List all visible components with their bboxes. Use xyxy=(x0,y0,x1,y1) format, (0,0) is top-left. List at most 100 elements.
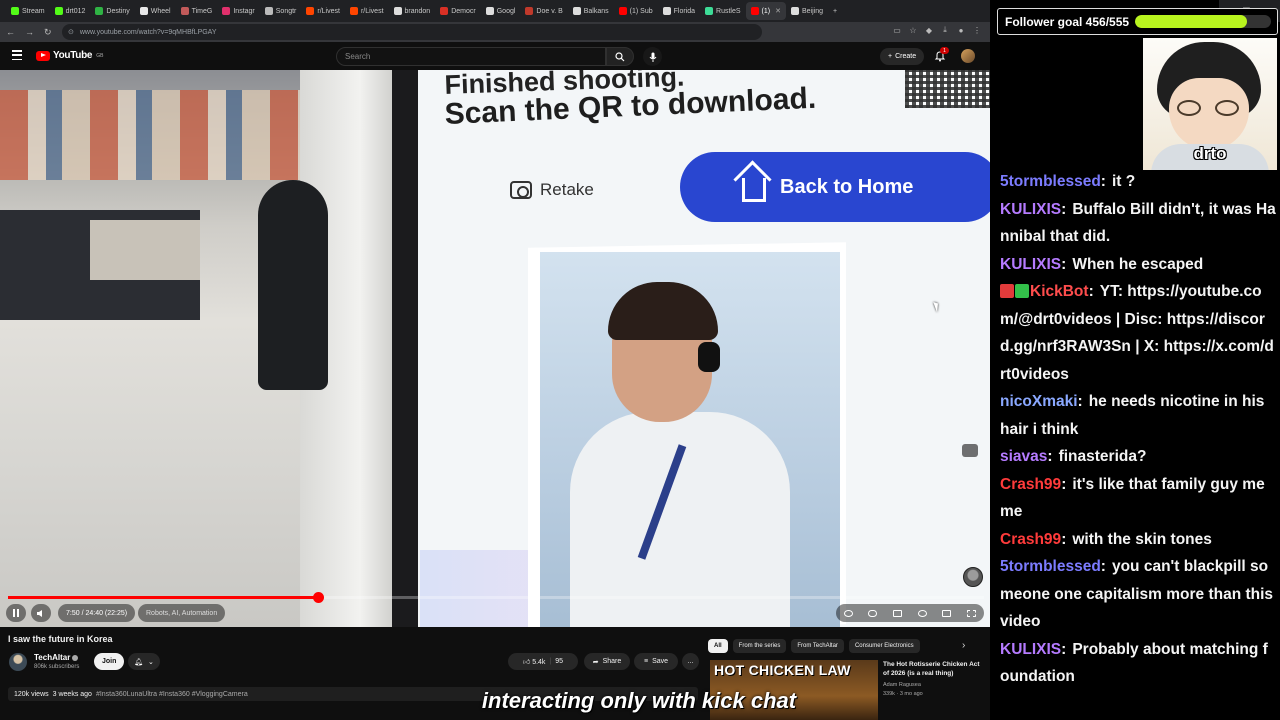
more-actions-button[interactable]: ... xyxy=(682,653,699,670)
site-info-icon[interactable]: ⊙ xyxy=(68,28,74,36)
voice-search-button[interactable] xyxy=(643,47,662,66)
sponsor-icon[interactable] xyxy=(843,609,853,617)
tab-close-icon[interactable]: ✕ xyxy=(775,7,781,15)
browser-tab[interactable]: Songtr xyxy=(260,2,302,20)
chat-message: KULIXIS: When he escaped xyxy=(1000,251,1276,279)
new-tab-icon[interactable]: + xyxy=(828,2,842,20)
webcam-name: drto xyxy=(1193,144,1227,163)
seek-bar-played xyxy=(8,596,318,599)
filter-chip[interactable]: From TechAltar xyxy=(791,639,844,653)
tab-label: Balkans xyxy=(583,7,609,15)
tab-favicon-icon xyxy=(790,7,799,15)
cast-icon[interactable]: ▭ xyxy=(892,25,902,35)
browser-tab[interactable]: Balkans xyxy=(568,2,614,20)
chat-username-text: Crash99 xyxy=(1000,530,1062,548)
video-title: I saw the future in Korea xyxy=(8,634,113,644)
like-button[interactable]: 👍︎ 5.4k xyxy=(523,657,546,666)
chapter-title[interactable]: Robots, AI, Automation xyxy=(138,604,226,622)
browser-tab[interactable]: TimeG xyxy=(176,2,218,20)
chat-username[interactable]: nicoXmaki: xyxy=(1000,393,1083,410)
chat-username[interactable]: KickBot: xyxy=(1030,283,1094,300)
browser-tab[interactable]: (1) ✕ xyxy=(745,2,786,20)
save-button[interactable]: ≡ Save xyxy=(634,653,678,670)
filter-chip[interactable]: Consumer Electronics xyxy=(848,639,920,653)
chat-username[interactable]: Crash99: xyxy=(1000,531,1066,548)
miniplayer-icon[interactable] xyxy=(962,444,978,457)
recommended-title[interactable]: The Hot Rotisserie Chicken Act of 2026 (… xyxy=(883,660,983,678)
reload-icon[interactable]: ↻ xyxy=(44,27,52,38)
join-button[interactable]: Join xyxy=(94,653,125,670)
browser-tab[interactable]: Destiny xyxy=(90,2,134,20)
browser-tab[interactable]: r/Livest xyxy=(301,2,345,20)
kiosk-bezel xyxy=(392,70,420,627)
channel-watermark[interactable] xyxy=(963,567,983,587)
chat-username-text: siavas xyxy=(1000,448,1048,465)
search-button[interactable] xyxy=(606,47,634,66)
chat-username[interactable]: Crash99: xyxy=(1000,476,1066,493)
menu-icon[interactable]: ⋮ xyxy=(972,25,982,35)
browser-tab[interactable]: Beijing xyxy=(786,2,828,20)
search-placeholder: Search xyxy=(345,52,371,61)
chevron-right-icon[interactable]: › xyxy=(962,640,965,651)
extension-icon[interactable]: ◆ xyxy=(924,25,934,35)
chat-username[interactable]: KULIXIS: xyxy=(1000,641,1066,658)
theater-mode-icon[interactable] xyxy=(942,609,952,617)
chat-username[interactable]: 5tormblessed: xyxy=(1000,558,1106,575)
chat-username[interactable]: KULIXIS: xyxy=(1000,256,1066,273)
filter-chip[interactable]: From the series xyxy=(732,639,787,653)
chat-username[interactable]: siavas: xyxy=(1000,448,1053,465)
pause-button[interactable] xyxy=(6,604,26,622)
browser-tab[interactable]: brandon xyxy=(389,2,436,20)
browser-tab[interactable]: Florida xyxy=(658,2,700,20)
forward-icon[interactable]: → xyxy=(25,27,34,37)
profile-icon[interactable]: ● xyxy=(956,25,966,35)
address-bar[interactable]: ⊙ www.youtube.com/watch?v=9qMHBfLPGAY xyxy=(62,24,762,40)
share-button[interactable]: ➦ Share xyxy=(584,653,630,670)
browser-tab[interactable]: Stream xyxy=(6,2,50,20)
chat-separator: : xyxy=(1100,173,1106,190)
chat-username[interactable]: KULIXIS: xyxy=(1000,201,1066,218)
video-player[interactable]: Finished shooting. Scan the QR to downlo… xyxy=(0,70,990,627)
back-icon[interactable]: ← xyxy=(6,27,15,37)
chat-username[interactable]: 5tormblessed: xyxy=(1000,173,1106,190)
browser-tab[interactable]: Instagr xyxy=(217,2,259,20)
browser-tab[interactable]: (1) Sub xyxy=(614,2,658,20)
browser-tab[interactable]: Democr xyxy=(435,2,481,20)
tab-label: brandon xyxy=(404,7,431,15)
create-button[interactable]: + Create xyxy=(880,48,925,65)
settings-gear-icon[interactable] xyxy=(917,609,927,617)
browser-tab[interactable]: drt012 xyxy=(50,2,91,20)
subtitles-icon[interactable] xyxy=(893,609,903,617)
channel-name[interactable]: TechAltar xyxy=(34,653,79,662)
hamburger-menu-icon[interactable] xyxy=(12,50,22,60)
browser-tab[interactable]: Doe v. B xyxy=(520,2,567,20)
chat-text: finasterida? xyxy=(1058,448,1147,465)
account-avatar[interactable] xyxy=(961,49,975,63)
chat-message: KickBot: YT: https://youtube.com/@drt0vid… xyxy=(1000,278,1276,388)
browser-tab[interactable]: RustleS xyxy=(700,2,746,20)
browser-tab[interactable]: Wheel xyxy=(135,2,176,20)
subscription-bell-button[interactable]: 🔔︎ ⌄ xyxy=(128,653,160,670)
seek-bar[interactable] xyxy=(8,592,984,603)
storefronts xyxy=(0,90,300,180)
comment-count[interactable]: 95 xyxy=(555,658,563,665)
download-icon[interactable]: ⤓ xyxy=(940,25,950,35)
tab-favicon-icon xyxy=(440,7,449,15)
fullscreen-icon[interactable] xyxy=(967,609,977,617)
channel-avatar[interactable] xyxy=(9,653,27,671)
filter-chip[interactable]: All xyxy=(708,639,728,653)
browser-tab[interactable]: r/Livest xyxy=(345,2,389,20)
autoplay-toggle-icon[interactable] xyxy=(868,609,878,617)
bookmark-star-icon[interactable]: ☆ xyxy=(908,25,918,35)
tab-favicon-icon xyxy=(180,7,189,15)
verified-badge-icon xyxy=(1015,284,1029,298)
volume-button[interactable] xyxy=(31,604,51,622)
youtube-logo[interactable]: YouTube GB xyxy=(36,50,103,61)
streamer-webcam: drto xyxy=(1143,38,1277,172)
browser-tab[interactable]: Googl xyxy=(481,2,521,20)
tab-favicon-icon xyxy=(11,7,19,15)
chat-username-text: nicoXmaki xyxy=(1000,393,1078,410)
like-dislike-group: 👍︎ 5.4k | 95 xyxy=(508,653,578,670)
tab-favicon-icon xyxy=(485,7,494,15)
search-input[interactable]: Search xyxy=(336,47,606,66)
